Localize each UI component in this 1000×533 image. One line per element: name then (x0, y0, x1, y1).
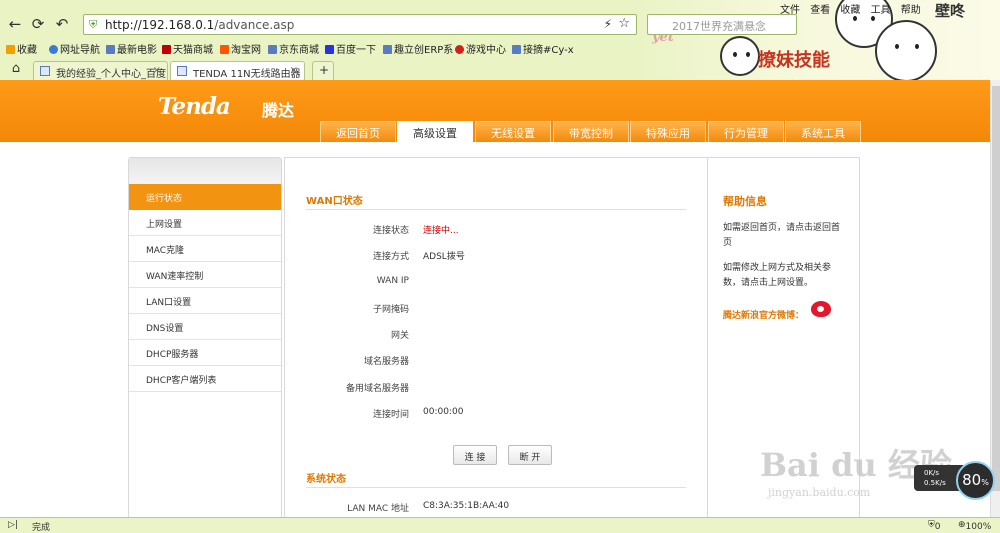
sidebar-item-lan[interactable]: LAN口设置 (129, 288, 281, 314)
browser-chrome: yet 撩妹技能 壁咚 文件 查看 收藏 工具 帮助 ← ⟳ ↶ ⛨ http:… (0, 0, 1000, 80)
bookmark-item[interactable]: 最新电影 (106, 41, 157, 56)
sidebar-item-mac-clone[interactable]: MAC克隆 (129, 236, 281, 262)
wan-status-title: WAN口状态 (306, 196, 363, 207)
bookmark-item[interactable]: 天猫商城 (162, 41, 213, 56)
sidebar-item-status[interactable]: 运行状态 (129, 184, 281, 210)
field-row: 备用域名服务器 (345, 384, 409, 394)
main-content: WAN口状态 连接状态 连接中... 连接方式 ADSL拨号 WAN IP 子网… (284, 157, 708, 527)
lan-mac-value: C8:3A:35:1B:AA:40 (423, 501, 510, 511)
field-row: LAN MAC 地址 C8:3A:35:1B:AA:40 (347, 501, 510, 514)
address-row: ← ⟳ ↶ ⛨ http://192.168.0.1/advance.asp ⚡… (0, 11, 1000, 39)
sidebar: 运行状态 上网设置 MAC克隆 WAN速率控制 LAN口设置 DNS设置 DHC… (128, 157, 282, 527)
tab-wireless[interactable]: 无线设置 (475, 121, 551, 142)
refresh-icon[interactable]: ⟳ (28, 14, 48, 34)
connection-status-value: 连接中... (423, 226, 459, 236)
field-row: 子网掩码 (372, 305, 409, 315)
shield-count: ⛨ 0 (928, 520, 941, 532)
page-scrollbar[interactable] (990, 80, 1000, 517)
sidebar-item-dns[interactable]: DNS设置 (129, 314, 281, 340)
status-text: 完成 (32, 523, 51, 533)
bookmark-bar: 收藏 网址导航 最新电影 天猫商城 淘宝网 京东商城 百度一下 趣立创ERP系 … (0, 39, 700, 57)
address-bar[interactable]: ⛨ http://192.168.0.1/advance.asp ⚡ ☆ (83, 14, 637, 35)
undo-icon[interactable]: ↶ (52, 14, 72, 34)
scrollbar-thumb[interactable] (992, 86, 1000, 491)
tab-bandwidth[interactable]: 带宽控制 (553, 121, 629, 142)
tab-behavior[interactable]: 行为管理 (708, 121, 784, 142)
weibo-icon[interactable] (811, 301, 831, 317)
field-row: 连接时间 00:00:00 (372, 407, 464, 420)
new-tab-button[interactable]: + (312, 61, 334, 80)
help-text: 如需修改上网方式及相关参数，请点击上网设置。 (723, 263, 832, 288)
tab-advanced[interactable]: 高级设置 (397, 121, 473, 142)
help-title: 帮助信息 (723, 195, 767, 208)
favicon-icon (177, 66, 187, 76)
sidebar-item-dhcp-server[interactable]: DHCP服务器 (129, 340, 281, 366)
field-row: 网关 (390, 331, 409, 341)
panel-toggle-icon[interactable]: ▷| (8, 520, 18, 530)
field-row: 连接方式 ADSL拨号 (372, 252, 465, 262)
bookmark-item[interactable]: 收藏 (6, 41, 37, 56)
tab-home[interactable]: 返回首页 (320, 121, 396, 142)
tab-strip: ⌂ 我的经验_个人中心_百度 × TENDA 11N无线路由器 × + (0, 59, 1000, 80)
field-row: 连接状态 连接中... (285, 223, 709, 239)
bookmark-item[interactable]: 游戏中心 (455, 41, 506, 56)
memory-gauge[interactable]: 80% (956, 461, 995, 500)
sidebar-item-wan-settings[interactable]: 上网设置 (129, 210, 281, 236)
disconnect-button[interactable]: 断 开 (508, 445, 552, 465)
bookmark-item[interactable]: 京东商城 (268, 41, 319, 56)
sidebar-item-dhcp-clients[interactable]: DHCP客户端列表 (129, 366, 281, 392)
shield-icon: ⛨ (89, 18, 98, 31)
system-status-title: 系统状态 (306, 474, 346, 485)
zoom-level[interactable]: ⊕ 100% (958, 520, 991, 532)
help-text: 如需返回首页，请点击返回首页 (723, 223, 841, 248)
search-input[interactable]: 2017世界充满悬念 (647, 14, 797, 35)
router-header: Tenda 腾达 返回首页 高级设置 无线设置 带宽控制 特殊应用 行为管理 系… (0, 80, 990, 142)
back-icon[interactable]: ← (5, 14, 25, 34)
tenda-logo: Tenda (158, 93, 231, 120)
status-bar: ▷| 完成 ⛨ 0 ⊕ 100% (0, 517, 1000, 533)
browser-tab-active[interactable]: TENDA 11N无线路由器 × (170, 61, 305, 80)
home-icon[interactable]: ⌂ (6, 59, 26, 79)
bookmark-item[interactable]: 百度一下 (325, 41, 376, 56)
weibo-label: 腾达新浪官方微博： (723, 311, 805, 321)
tenda-logo-cn: 腾达 (262, 101, 295, 120)
star-icon[interactable]: ☆ (618, 16, 630, 31)
close-tab-icon[interactable]: × (153, 65, 161, 76)
favicon-icon (40, 66, 50, 76)
connect-button[interactable]: 连 接 (453, 445, 497, 465)
tab-special[interactable]: 特殊应用 (630, 121, 706, 142)
bookmark-item[interactable]: 接摘#Cy-x (512, 41, 574, 56)
tab-system-tools[interactable]: 系统工具 (785, 121, 861, 142)
url-text: http://192.168.0.1/advance.asp (105, 18, 295, 32)
field-row: 域名服务器 (363, 357, 409, 367)
close-tab-icon[interactable]: × (290, 65, 298, 76)
browser-tab[interactable]: 我的经验_个人中心_百度 × (33, 61, 168, 80)
bookmark-item[interactable]: 网址导航 (49, 41, 100, 56)
sidebar-item-wan-speed[interactable]: WAN速率控制 (129, 262, 281, 288)
bookmark-item[interactable]: 趣立创ERP系 (383, 41, 453, 56)
lightning-icon[interactable]: ⚡ (604, 17, 612, 31)
bookmark-item[interactable]: 淘宝网 (220, 41, 261, 56)
field-row: WAN IP (376, 276, 409, 286)
